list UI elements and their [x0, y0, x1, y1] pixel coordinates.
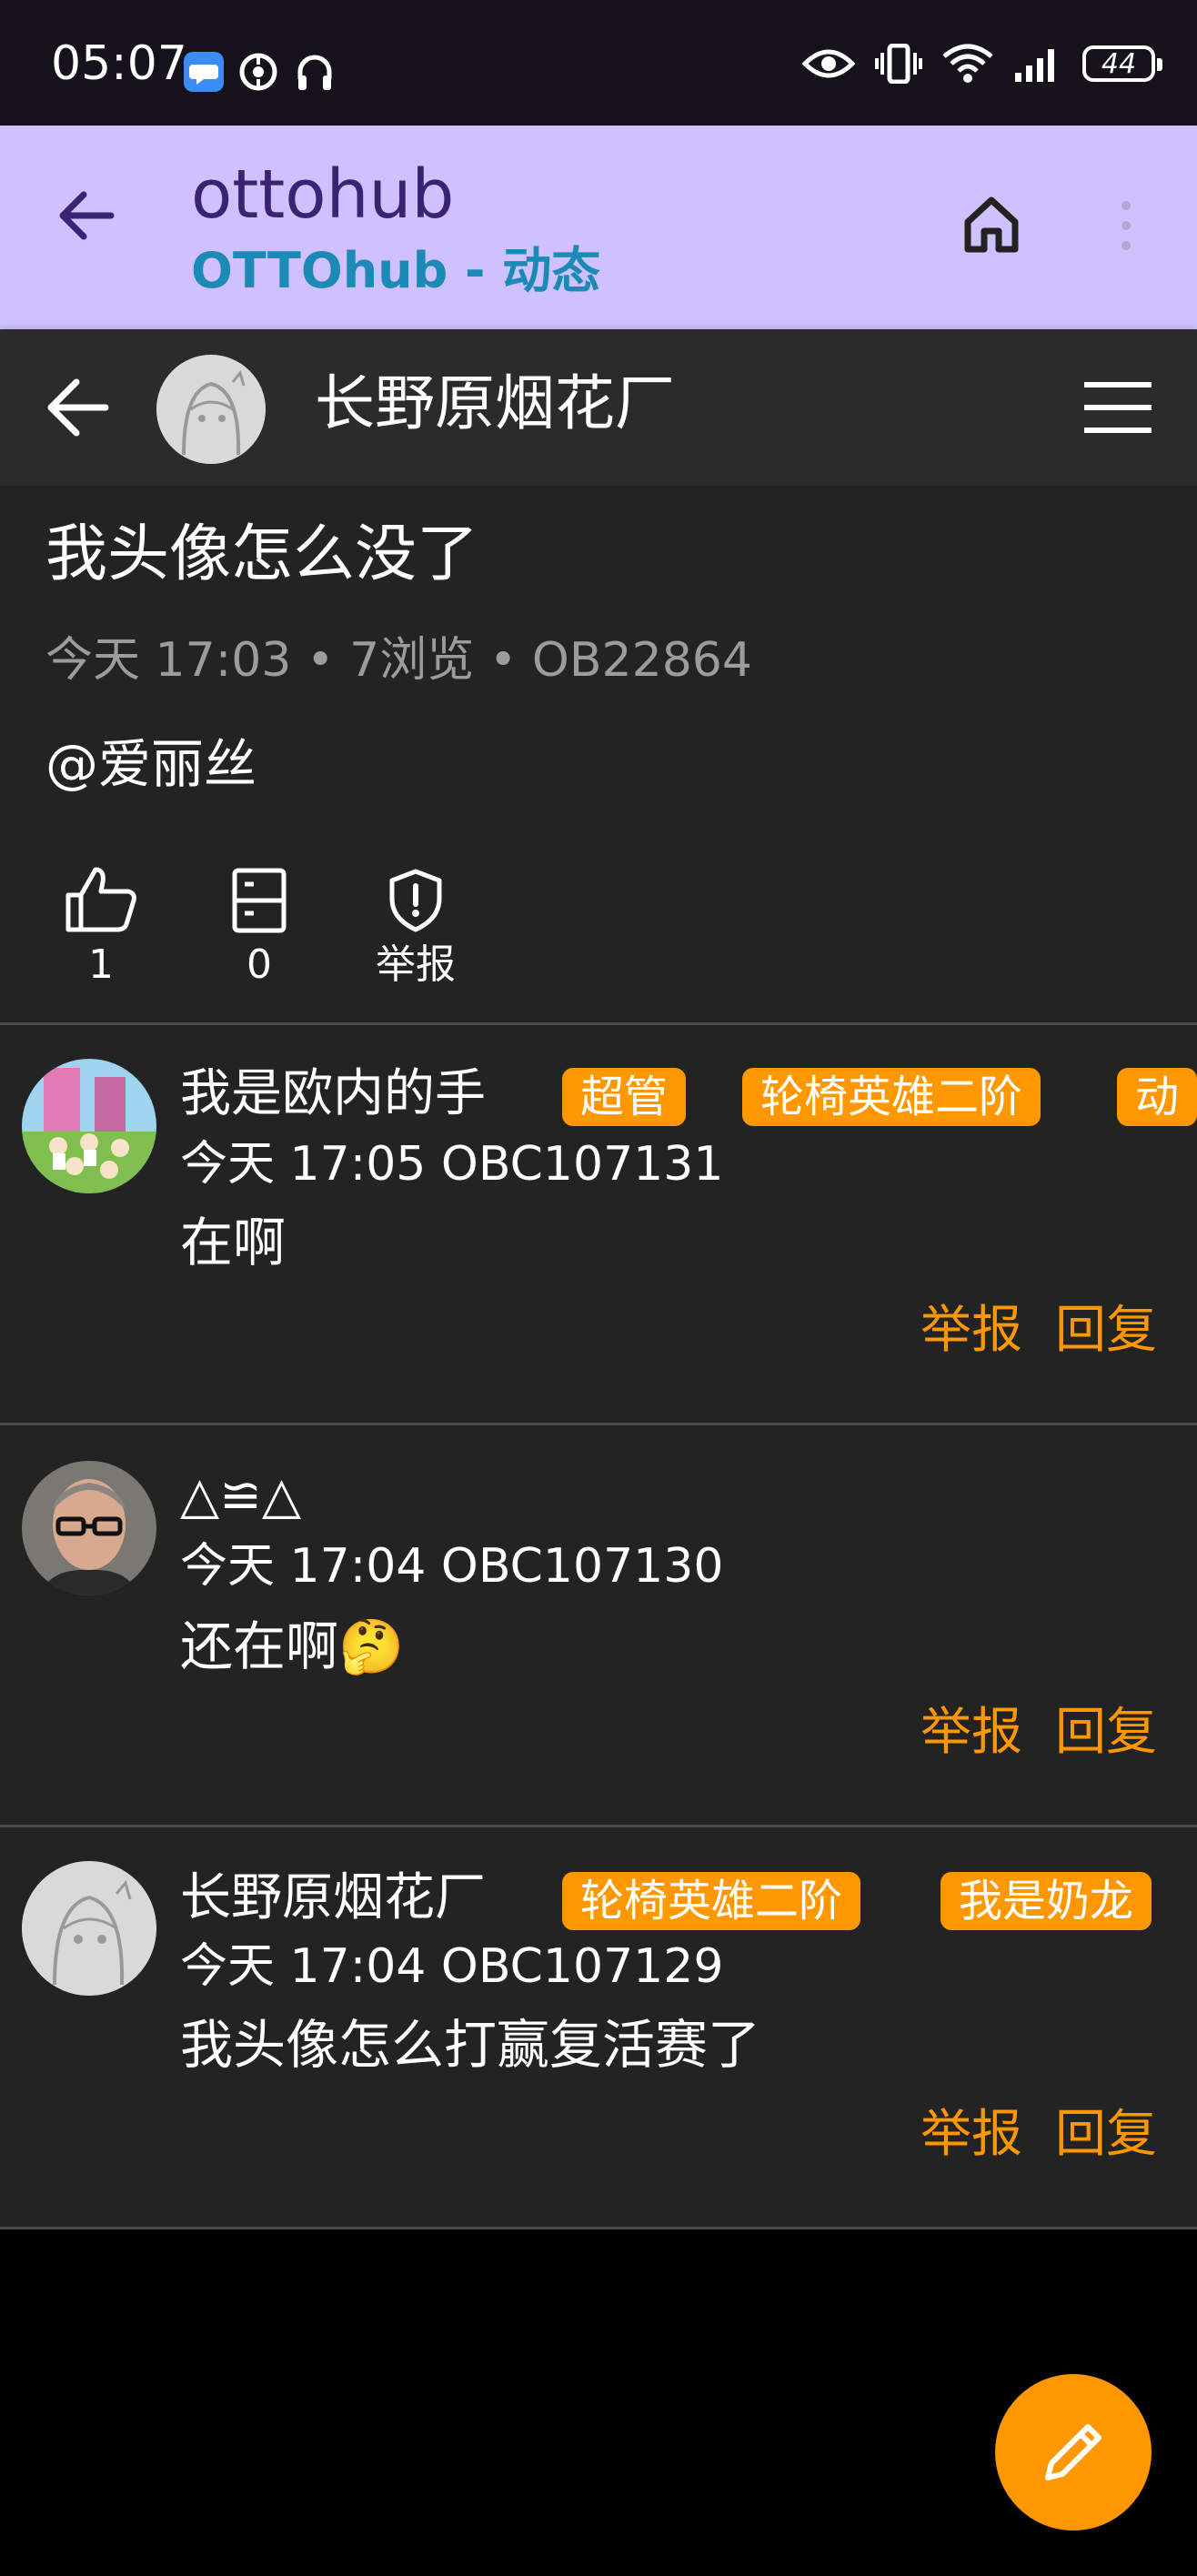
report-comment-link[interactable]: 举报	[920, 2103, 1022, 2167]
reply-comment-link[interactable]: 回复	[1055, 1299, 1157, 1363]
comment-author[interactable]: △≌△	[180, 1464, 301, 1528]
user-badge: 动	[1117, 1068, 1197, 1126]
report-post-button[interactable]: 举报	[366, 868, 466, 990]
comment-meta: 今天 17:04 OBC107129	[180, 1939, 724, 1994]
reply-comment-link[interactable]: 回复	[1055, 2103, 1157, 2167]
user-badge: 超管	[562, 1068, 687, 1126]
app-subtitle: OTTOhub - 动态	[191, 242, 601, 299]
headphones-icon	[297, 55, 332, 90]
hamburger-menu-icon[interactable]	[1082, 380, 1153, 435]
comment-meta: 今天 17:04 OBC107130	[180, 1539, 724, 1594]
page-title: 长野原烟花厂	[315, 368, 675, 438]
favorite-count: 0	[246, 941, 272, 988]
chat-app-icon	[184, 52, 224, 92]
favorite-button[interactable]: 0	[218, 868, 300, 990]
more-vert-icon[interactable]	[1110, 198, 1142, 257]
pencil-icon	[1045, 2424, 1101, 2480]
back-arrow-icon[interactable]	[45, 375, 111, 440]
user-badge: 轮椅英雄二阶	[562, 1872, 861, 1930]
post-title: 我头像怎么没了	[45, 518, 479, 590]
battery-indicator: 44	[1082, 45, 1162, 82]
report-comment-link[interactable]: 举报	[920, 1701, 1022, 1765]
favorite-box-icon	[232, 868, 287, 933]
signal-icon	[1015, 49, 1054, 82]
status-bar: 05:07 44	[0, 0, 1197, 126]
avatar[interactable]	[156, 355, 266, 464]
comment-meta: 今天 17:05 OBC107131	[180, 1137, 724, 1192]
eye-icon	[802, 49, 855, 78]
post-body[interactable]: @爱丽丝	[45, 731, 256, 797]
shield-report-icon	[389, 869, 442, 932]
user-badge: 我是奶龙	[940, 1872, 1152, 1930]
status-time: 05:07	[51, 36, 187, 91]
report-comment-link[interactable]: 举报	[920, 1299, 1022, 1363]
avatar[interactable]	[22, 1461, 156, 1595]
like-button[interactable]: 1	[60, 864, 142, 990]
home-icon[interactable]	[962, 195, 1021, 253]
divider	[0, 2227, 1197, 2229]
vibrate-icon	[875, 44, 922, 84]
thumbs-up-icon	[65, 867, 136, 932]
comment-text: 我头像怎么打赢复活赛了	[180, 2014, 761, 2076]
wifi-icon	[942, 44, 993, 83]
comment-text: 还在啊🤔	[180, 1615, 405, 1677]
app-title: ottohub	[191, 156, 455, 234]
messenger-icon	[239, 53, 277, 91]
compose-button[interactable]	[995, 2374, 1152, 2531]
report-label: 举报	[376, 941, 456, 988]
back-arrow-icon[interactable]	[56, 189, 116, 242]
reply-comment-link[interactable]: 回复	[1055, 1701, 1157, 1765]
comment-text: 在啊	[180, 1212, 287, 1273]
like-count: 1	[88, 941, 114, 988]
user-badge: 轮椅英雄二阶	[742, 1068, 1041, 1126]
post-meta: 今天 17:03 • 7浏览 • OB22864	[45, 633, 752, 688]
